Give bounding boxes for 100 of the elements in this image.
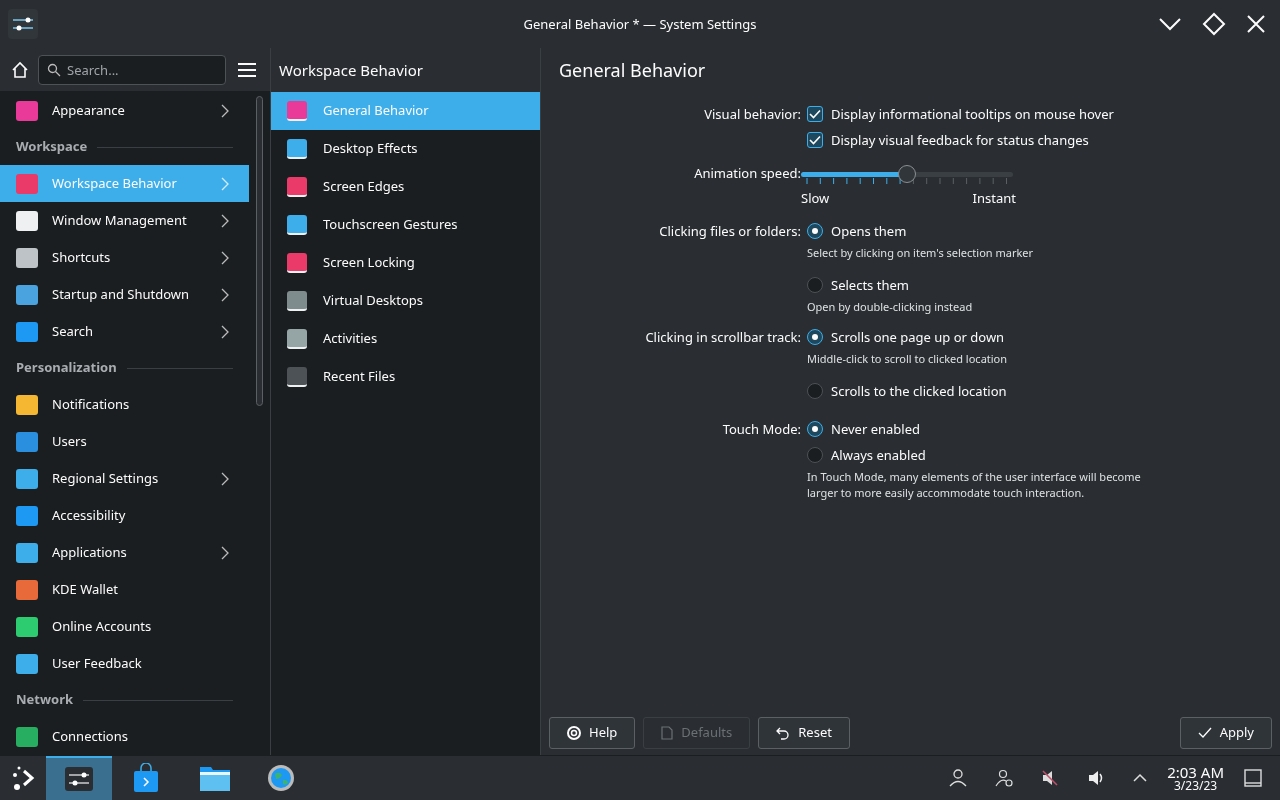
folder-icon[interactable] bbox=[199, 764, 231, 792]
slider-max-label: Instant bbox=[972, 189, 1016, 209]
shopping-bag-icon[interactable] bbox=[132, 763, 160, 793]
checkbox[interactable] bbox=[807, 132, 823, 148]
taskbar-button[interactable] bbox=[46, 755, 112, 800]
radio-option[interactable]: Never enabled bbox=[807, 418, 920, 439]
category-icon bbox=[16, 653, 38, 674]
sidebar-item[interactable]: Window Management bbox=[0, 202, 249, 239]
minimize-icon[interactable] bbox=[1158, 17, 1182, 31]
monitor-icon bbox=[287, 291, 307, 311]
panel-title: Workspace Behavior bbox=[279, 58, 423, 82]
slider-thumb[interactable] bbox=[898, 165, 916, 183]
category-icon bbox=[16, 542, 38, 563]
show-desktop-icon[interactable] bbox=[1244, 769, 1262, 787]
category-icon bbox=[16, 579, 38, 600]
radio-option[interactable]: Scrolls one page up or down bbox=[807, 326, 1157, 347]
hint-text: Middle-click to scroll to clicked location bbox=[807, 350, 1009, 367]
hint-text: Open by double-clicking instead bbox=[807, 298, 974, 315]
category-icon bbox=[16, 284, 38, 305]
panel-item[interactable]: Recent Files bbox=[271, 358, 540, 396]
category-icon bbox=[16, 173, 38, 194]
setting-label: Visual behavior: bbox=[704, 104, 801, 124]
radio-button[interactable] bbox=[807, 222, 823, 239]
document-icon bbox=[661, 726, 674, 740]
search-icon bbox=[47, 62, 61, 77]
clock-date[interactable]: 3/23/23 bbox=[1173, 779, 1218, 792]
launcher-icon[interactable] bbox=[10, 765, 36, 791]
sidebar-item[interactable]: Appearance bbox=[0, 92, 249, 129]
hint-text: In Touch Mode, many elements of the user interface will become larger to more easily accommodate touch interaction. bbox=[807, 468, 1142, 501]
monitor-icon bbox=[287, 215, 307, 235]
sidebar-item[interactable]: Shortcuts bbox=[0, 239, 249, 276]
lifebuoy-icon bbox=[567, 726, 581, 740]
radio-button[interactable] bbox=[807, 420, 823, 437]
home-icon[interactable] bbox=[10, 59, 30, 80]
clock-time[interactable]: 2:03 AM bbox=[1167, 764, 1224, 780]
reset-button[interactable]: Reset bbox=[758, 717, 850, 749]
close-icon[interactable] bbox=[1246, 14, 1266, 34]
panel-item[interactable]: Activities bbox=[271, 320, 540, 358]
user-status-icon[interactable] bbox=[995, 769, 1014, 787]
radio-button[interactable] bbox=[807, 446, 823, 463]
category-icon bbox=[16, 468, 38, 489]
sidebar-item[interactable]: Regional Settings bbox=[0, 460, 249, 497]
sidebar-item[interactable]: Startup and Shutdown bbox=[0, 276, 249, 313]
radio-button[interactable] bbox=[807, 382, 823, 399]
sliders-icon bbox=[65, 767, 93, 791]
sidebar-item[interactable]: KDE Wallet bbox=[0, 571, 249, 608]
radio-option[interactable]: Always enabled bbox=[807, 444, 1157, 465]
category-icon bbox=[16, 616, 38, 637]
window-title: General Behavior * — System Settings bbox=[523, 15, 757, 35]
undo-icon bbox=[776, 726, 791, 740]
sidebar-item[interactable]: Search bbox=[0, 313, 249, 350]
radio-option[interactable]: Scrolls to the clicked location bbox=[807, 380, 1007, 401]
radio-option[interactable]: Opens them bbox=[807, 220, 1157, 241]
radio-option[interactable]: Selects them bbox=[807, 274, 1157, 295]
category-icon bbox=[16, 210, 38, 231]
menu-icon[interactable] bbox=[238, 62, 256, 77]
sidebar-item[interactable]: Connections bbox=[0, 718, 249, 755]
setting-label: Animation speed: bbox=[694, 163, 801, 183]
monitor-icon bbox=[287, 253, 307, 273]
section-header: Network bbox=[16, 690, 74, 710]
panel-item[interactable]: Screen Locking bbox=[271, 244, 540, 282]
radio-button[interactable] bbox=[807, 276, 823, 293]
setting-label: Clicking in scrollbar track: bbox=[645, 326, 801, 347]
setting-label: Clicking files or folders: bbox=[659, 220, 801, 241]
panel-item[interactable]: Screen Edges bbox=[271, 168, 540, 206]
panel-item[interactable]: Virtual Desktops bbox=[271, 282, 540, 320]
panel-item[interactable]: Desktop Effects bbox=[271, 130, 540, 168]
caret-up-icon[interactable] bbox=[1133, 773, 1148, 783]
checkmark-icon bbox=[1197, 727, 1212, 739]
scrollbar-handle[interactable] bbox=[256, 96, 263, 406]
sidebar-item[interactable]: Notifications bbox=[0, 386, 249, 423]
category-icon bbox=[16, 505, 38, 526]
maximize-icon[interactable] bbox=[1202, 12, 1226, 36]
page-title: General Behavior bbox=[559, 56, 706, 84]
sidebar-item[interactable]: User Feedback bbox=[0, 645, 249, 682]
category-icon bbox=[16, 394, 38, 415]
category-icon bbox=[16, 321, 38, 342]
category-icon bbox=[16, 726, 38, 747]
sidebar-item[interactable]: Accessibility bbox=[0, 497, 249, 534]
user-icon[interactable] bbox=[949, 769, 968, 787]
section-header: Workspace bbox=[16, 137, 88, 157]
help-button[interactable]: Help bbox=[549, 717, 636, 749]
sidebar-item[interactable]: Users bbox=[0, 423, 249, 460]
checkbox[interactable] bbox=[807, 106, 823, 122]
panel-item[interactable]: Touchscreen Gestures bbox=[271, 206, 540, 244]
hint-text: Select by clicking on item's selection marker bbox=[807, 244, 1035, 261]
slider[interactable] bbox=[801, 165, 1013, 187]
monitor-icon bbox=[287, 329, 307, 349]
radio-button[interactable] bbox=[807, 328, 823, 345]
muted-speaker-icon[interactable] bbox=[1041, 769, 1060, 787]
checkbox-option[interactable]: Display visual feedback for status changes bbox=[807, 130, 1089, 150]
category-icon bbox=[16, 100, 38, 121]
apply-button[interactable]: Apply bbox=[1179, 717, 1272, 749]
category-icon bbox=[16, 247, 38, 268]
checkbox-option[interactable]: Display informational tooltips on mouse hover bbox=[807, 104, 1114, 124]
sidebar-item[interactable]: Online Accounts bbox=[0, 608, 249, 645]
app-icon bbox=[8, 9, 38, 39]
section-header: Personalization bbox=[16, 358, 117, 378]
sidebar-item[interactable]: Applications bbox=[0, 534, 249, 571]
search-field[interactable]: Search... bbox=[38, 54, 226, 85]
